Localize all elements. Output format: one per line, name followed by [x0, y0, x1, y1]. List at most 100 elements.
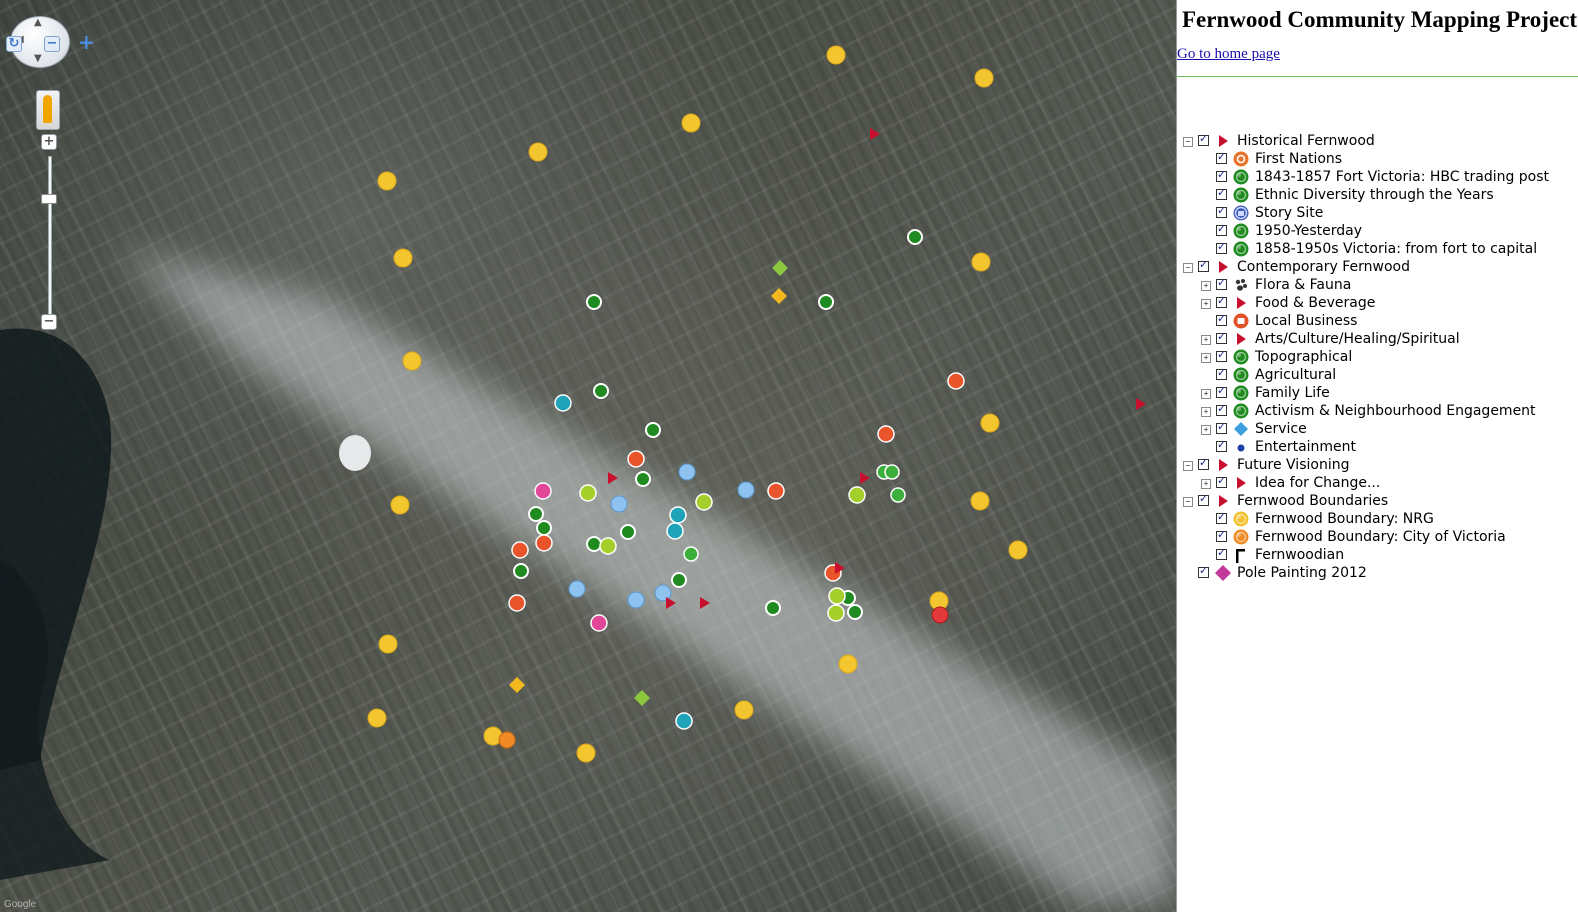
boundary-nrg-marker[interactable]: [528, 142, 548, 162]
entertainment-marker[interactable]: [678, 463, 696, 481]
expand-toggle-icon[interactable]: +: [1201, 299, 1211, 309]
flora-fauna-marker[interactable]: [890, 487, 906, 503]
entertainment-marker[interactable]: [737, 481, 755, 499]
layer-checkbox[interactable]: [1216, 150, 1227, 164]
layer-checkbox[interactable]: [1198, 492, 1209, 506]
layer-row-arts-culture-healing-spiritual[interactable]: + Arts/Culture/Healing/Spiritual: [1177, 330, 1578, 348]
red-marker[interactable]: [931, 606, 949, 624]
layer-row-fernwoodian[interactable]: Fernwoodian: [1177, 546, 1578, 564]
historical-marker[interactable]: [513, 563, 529, 579]
layer-row-contemporary-fernwood[interactable]: − Contemporary Fernwood: [1177, 258, 1578, 276]
local-business-marker[interactable]: [511, 541, 529, 559]
family-life-marker[interactable]: [675, 712, 693, 730]
boundary-city-marker[interactable]: [498, 731, 516, 749]
historical-marker[interactable]: [593, 383, 609, 399]
layer-row-story-site[interactable]: Story Site: [1177, 204, 1578, 222]
historical-marker[interactable]: [620, 524, 636, 540]
boundary-nrg-marker[interactable]: [402, 351, 422, 371]
layer-checkbox[interactable]: [1216, 330, 1227, 344]
layer-checkbox[interactable]: [1216, 474, 1227, 488]
layer-row-topographical[interactable]: + Topographical: [1177, 348, 1578, 366]
family-life-marker[interactable]: [666, 522, 684, 540]
boundary-nrg-marker[interactable]: [971, 252, 991, 272]
historical-marker[interactable]: [818, 294, 834, 310]
expand-toggle-icon[interactable]: +: [1201, 281, 1211, 291]
layer-row-first-nations[interactable]: First Nations: [1177, 150, 1578, 168]
historical-marker[interactable]: [907, 229, 923, 245]
historical-marker[interactable]: [645, 422, 661, 438]
expand-toggle-icon[interactable]: +: [1201, 353, 1211, 363]
idea-flag-marker[interactable]: [1136, 398, 1146, 410]
layer-row-future-visioning[interactable]: − Future Visioning: [1177, 456, 1578, 474]
local-business-marker[interactable]: [508, 594, 526, 612]
boundary-nrg-marker[interactable]: [838, 654, 858, 674]
layer-checkbox[interactable]: [1216, 204, 1227, 218]
zoom-slider-track[interactable]: [48, 156, 52, 318]
layer-row-service[interactable]: + Service: [1177, 420, 1578, 438]
layer-checkbox[interactable]: [1216, 240, 1227, 254]
boundary-nrg-marker[interactable]: [1008, 540, 1028, 560]
historical-marker[interactable]: [586, 294, 602, 310]
boundary-nrg-marker[interactable]: [377, 171, 397, 191]
boundary-nrg-marker[interactable]: [826, 45, 846, 65]
layer-checkbox[interactable]: [1216, 294, 1227, 308]
layer-row-agricultural[interactable]: Agricultural: [1177, 366, 1578, 384]
boundary-nrg-marker[interactable]: [980, 413, 1000, 433]
collapse-toggle-icon[interactable]: −: [1183, 497, 1193, 507]
arts-culture-marker[interactable]: [590, 614, 608, 632]
layer-row-1843-1857-fort-victoria-hbc-trading-post[interactable]: 1843-1857 Fort Victoria: HBC trading pos…: [1177, 168, 1578, 186]
layer-row-pole-painting-2012[interactable]: Pole Painting 2012: [1177, 564, 1578, 582]
boundary-nrg-marker[interactable]: [681, 113, 701, 133]
flora-fauna-marker[interactable]: [884, 464, 900, 480]
layer-row-flora-fauna[interactable]: + Flora & Fauna: [1177, 276, 1578, 294]
layer-row-fernwood-boundary-city-of-victoria[interactable]: Fernwood Boundary: City of Victoria: [1177, 528, 1578, 546]
layer-checkbox[interactable]: [1216, 438, 1227, 452]
boundary-nrg-marker[interactable]: [734, 700, 754, 720]
boundary-nrg-marker[interactable]: [367, 708, 387, 728]
family-life-marker[interactable]: [669, 506, 687, 524]
flora-fauna-marker[interactable]: [683, 546, 699, 562]
collapse-toggle-icon[interactable]: −: [1183, 263, 1193, 273]
layer-checkbox[interactable]: [1216, 186, 1227, 200]
historical-marker[interactable]: [635, 471, 651, 487]
boundary-nrg-marker[interactable]: [970, 491, 990, 511]
food-beverage-marker[interactable]: [579, 484, 597, 502]
zoom-in-quick-icon[interactable]: +: [78, 32, 95, 52]
zoom-out-quick-icon[interactable]: −: [44, 36, 60, 52]
layer-checkbox[interactable]: [1198, 564, 1209, 578]
collapse-toggle-icon[interactable]: −: [1183, 137, 1193, 147]
expand-toggle-icon[interactable]: +: [1201, 479, 1211, 489]
food-beverage-marker[interactable]: [828, 587, 846, 605]
layer-row-ethnic-diversity-through-the-years[interactable]: Ethnic Diversity through the Years: [1177, 186, 1578, 204]
layer-checkbox[interactable]: [1216, 348, 1227, 362]
food-beverage-marker[interactable]: [695, 493, 713, 511]
layer-checkbox[interactable]: [1198, 132, 1209, 146]
layer-row-fernwood-boundaries[interactable]: − Fernwood Boundaries: [1177, 492, 1578, 510]
arts-culture-marker[interactable]: [534, 482, 552, 500]
zoom-out-button[interactable]: −: [41, 314, 57, 330]
service-diamond-marker[interactable]: [509, 677, 525, 693]
layer-checkbox[interactable]: [1216, 402, 1227, 416]
layer-row-food-beverage[interactable]: + Food & Beverage: [1177, 294, 1578, 312]
layer-checkbox[interactable]: [1216, 510, 1227, 524]
layer-checkbox[interactable]: [1216, 312, 1227, 326]
expand-toggle-icon[interactable]: +: [1201, 425, 1211, 435]
layer-checkbox[interactable]: [1198, 258, 1209, 272]
entertainment-marker[interactable]: [627, 591, 645, 609]
layer-row-local-business[interactable]: Local Business: [1177, 312, 1578, 330]
food-beverage-marker[interactable]: [827, 604, 845, 622]
layer-checkbox[interactable]: [1216, 366, 1227, 380]
entertainment-marker[interactable]: [568, 580, 586, 598]
layer-row-fernwood-boundary-nrg[interactable]: Fernwood Boundary: NRG: [1177, 510, 1578, 528]
layer-row-1858-1950s-victoria-from-fort-to-capital[interactable]: 1858-1950s Victoria: from fort to capita…: [1177, 240, 1578, 258]
layer-checkbox[interactable]: [1216, 276, 1227, 290]
layer-checkbox[interactable]: [1216, 420, 1227, 434]
street-view-pegman-icon[interactable]: [36, 90, 60, 130]
service-diamond-marker[interactable]: [771, 288, 787, 304]
idea-flag-marker[interactable]: [870, 128, 880, 140]
historical-marker[interactable]: [528, 506, 544, 522]
entertainment-marker[interactable]: [610, 495, 628, 513]
zoom-in-button[interactable]: +: [41, 134, 57, 150]
local-business-marker[interactable]: [947, 372, 965, 390]
historical-marker[interactable]: [586, 536, 602, 552]
